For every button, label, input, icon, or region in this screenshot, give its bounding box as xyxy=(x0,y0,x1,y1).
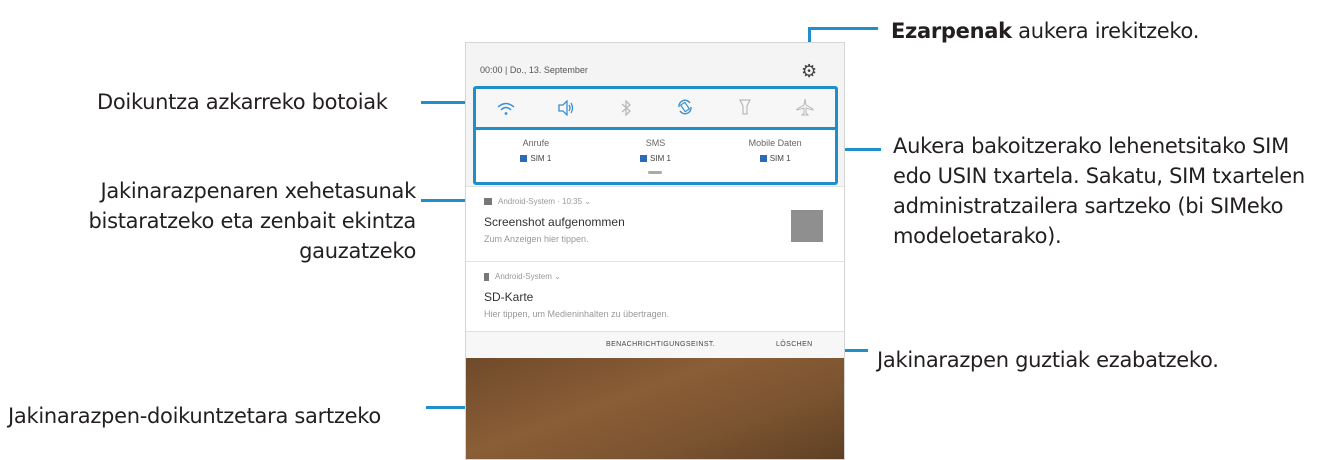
notification-text: Zum Anzeigen hier tippen. xyxy=(484,234,589,244)
screenshot-thumbnail xyxy=(791,210,823,242)
notification-app: Android-System xyxy=(495,272,552,281)
notification-app: Android-System · 10:35 xyxy=(498,197,583,206)
sd-card-icon xyxy=(484,272,489,281)
wallpaper xyxy=(466,358,844,459)
airplane-icon[interactable] xyxy=(788,98,822,122)
notification-title: SD-Karte xyxy=(484,290,534,304)
sim-preferences: Anrufe SIM 1 SMS SIM 1 Mobile Daten SIM … xyxy=(473,127,838,185)
sim-sms-label: SMS xyxy=(645,138,666,148)
settings-callout: Ezarpenak aukera irekitzeko. xyxy=(891,19,1200,43)
notification-title: Screenshot aufgenommen xyxy=(484,215,625,229)
auto-rotate-icon[interactable] xyxy=(668,98,702,122)
clear-all-callout: Jakinarazpen guztiak ezabatzeko. xyxy=(877,348,1219,372)
bluetooth-icon[interactable] xyxy=(609,98,643,122)
sim-card-icon xyxy=(520,155,528,163)
flashlight-icon[interactable] xyxy=(728,98,762,122)
notification-actions: BENACHRICHTIGUNGSEINST. LÖSCHEN xyxy=(466,331,844,358)
clear-all-button[interactable]: LÖSCHEN xyxy=(776,341,813,348)
gear-icon[interactable]: ⚙ xyxy=(801,61,817,82)
sim-card-icon xyxy=(640,155,648,163)
details-callout: Jakinarazpenaren xehetasunak bistaratzek… xyxy=(88,179,417,263)
drag-handle[interactable] xyxy=(648,171,662,174)
sim-calls[interactable]: Anrufe SIM 1 xyxy=(481,138,591,163)
app-icon xyxy=(484,198,492,206)
notification-text: Hier tippen, um Medieninhalten zu übertr… xyxy=(484,309,670,319)
sim-card-icon xyxy=(759,155,767,163)
status-row: 00:00 | Do., 13. September xyxy=(480,65,588,75)
notification-panel: 00:00 | Do., 13. September ⚙ Anrufe SIM … xyxy=(465,42,845,460)
notification-card-sd[interactable]: Android-System ⌄ SD-Karte Hier tippen, u… xyxy=(466,261,844,332)
sim-calls-label: Anrufe xyxy=(522,138,550,148)
settings-leader-h xyxy=(808,27,878,30)
sim-callout: Aukera bakoitzerako lehenetsitako SIM ed… xyxy=(893,134,1305,248)
sim-data-label: Mobile Daten xyxy=(748,138,802,148)
wifi-icon[interactable] xyxy=(489,99,523,122)
sim-data[interactable]: Mobile Daten SIM 1 xyxy=(720,138,830,163)
notification-card-screenshot[interactable]: Android-System · 10:35 ⌄ Screenshot aufg… xyxy=(466,186,844,261)
notification-settings-button[interactable]: BENACHRICHTIGUNGSEINST. xyxy=(606,341,715,348)
quick-buttons-callout: Doikuntza azkarreko botoiak xyxy=(97,90,388,114)
notif-settings-callout: Jakinarazpen-doikuntzetara sartzeko xyxy=(8,404,381,428)
sound-icon[interactable] xyxy=(549,98,583,122)
sim-sms[interactable]: SMS SIM 1 xyxy=(600,138,710,163)
